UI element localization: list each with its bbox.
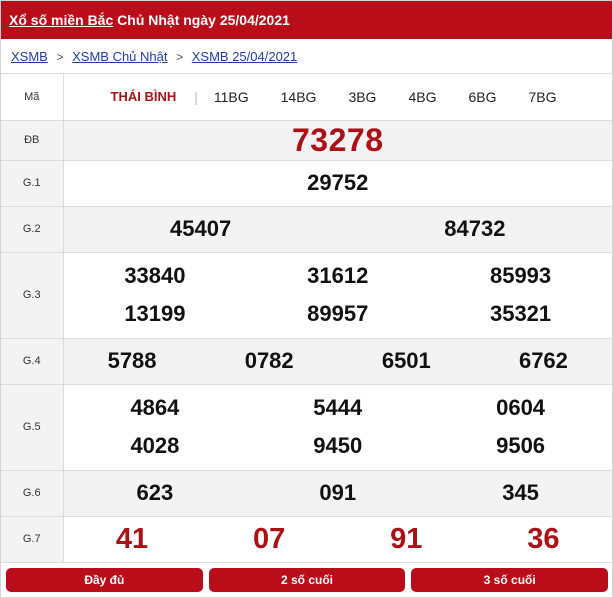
tab-thai-binh[interactable]: THÁI BÌNH bbox=[111, 89, 191, 104]
code-label: Mã bbox=[1, 74, 64, 121]
prize-number: 091 bbox=[319, 480, 357, 505]
prize-label: G.1 bbox=[1, 160, 64, 207]
prize-number: 4864 bbox=[130, 395, 180, 420]
full-view-button[interactable]: Đầy đủ bbox=[6, 568, 203, 592]
display-mode-bar: Đầy đủ 2 số cuối 3 số cuối bbox=[1, 565, 612, 593]
prize-number: 07 bbox=[253, 522, 286, 555]
prize-number: 31612 bbox=[307, 263, 369, 288]
prize-row-special: ĐB 73278 bbox=[1, 120, 612, 161]
prize-number: 36 bbox=[527, 522, 560, 555]
tab-3bg[interactable]: 3BG bbox=[332, 89, 392, 105]
title-date: Chủ Nhật ngày 25/04/2021 bbox=[113, 12, 290, 28]
prize-number: 85993 bbox=[489, 263, 552, 288]
tab-6bg[interactable]: 6BG bbox=[452, 89, 512, 105]
prize-row-g2: G.2 45407 84732 bbox=[1, 206, 612, 253]
chevron-right-icon: > bbox=[176, 50, 184, 64]
prize-number: 13199 bbox=[124, 301, 186, 326]
prize-number: 45407 bbox=[170, 216, 232, 241]
prize-number: 9450 bbox=[313, 433, 363, 458]
prize-number: 84732 bbox=[444, 216, 506, 241]
prize-number: 0782 bbox=[244, 348, 294, 373]
prize-row-g3: G.3 33840 31612 85993 13199 89957 35321 bbox=[1, 252, 612, 339]
prize-label: G.5 bbox=[1, 384, 64, 471]
prize-number: 9506 bbox=[496, 433, 546, 458]
page-title: Xổ số miền Bắc Chủ Nhật ngày 25/04/2021 bbox=[1, 1, 612, 39]
prize-number: 345 bbox=[502, 480, 539, 505]
tab-4bg[interactable]: 4BG bbox=[392, 89, 452, 105]
chevron-right-icon: > bbox=[56, 50, 64, 64]
tab-14bg[interactable]: 14BG bbox=[265, 89, 333, 105]
province-tabs: THÁI BÌNH | 11BG 14BG 3BG 4BG 6BG 7BG bbox=[64, 89, 613, 105]
prize-label: G.3 bbox=[1, 252, 64, 339]
tab-divider: | bbox=[194, 88, 198, 105]
results-panel: Xổ số miền Bắc Chủ Nhật ngày 25/04/2021 … bbox=[0, 0, 613, 598]
title-link[interactable]: Xổ số miền Bắc bbox=[9, 12, 113, 28]
breadcrumb-xsmb-sunday[interactable]: XSMB Chủ Nhật bbox=[72, 49, 167, 64]
breadcrumb-xsmb-date[interactable]: XSMB 25/04/2021 bbox=[192, 49, 298, 64]
prize-number: 4028 bbox=[130, 433, 180, 458]
prize-label: G.4 bbox=[1, 338, 64, 385]
prize-number: 29752 bbox=[307, 170, 369, 195]
prize-number: 41 bbox=[115, 522, 149, 555]
prize-number: 89957 bbox=[307, 301, 369, 326]
breadcrumb: XSMB > XSMB Chủ Nhật > XSMB 25/04/2021 bbox=[1, 39, 612, 74]
prize-label: G.2 bbox=[1, 206, 64, 253]
two-digits-button[interactable]: 2 số cuối bbox=[208, 568, 406, 592]
prize-row-g5: G.5 4864 5444 0604 4028 9450 9506 bbox=[1, 384, 612, 471]
prize-row-g1: G.1 29752 bbox=[1, 160, 612, 207]
breadcrumb-xsmb[interactable]: XSMB bbox=[11, 49, 48, 64]
prize-number: 6762 bbox=[518, 348, 568, 373]
prize-label: G.7 bbox=[1, 516, 64, 563]
prize-number: 5444 bbox=[313, 395, 363, 420]
prize-row-g7: G.7 41 07 91 36 bbox=[1, 516, 612, 563]
prize-number: 0604 bbox=[496, 395, 546, 420]
results-table: Mã THÁI BÌNH | 11BG 14BG 3BG 4BG 6BG 7BG… bbox=[1, 74, 612, 563]
code-row: Mã THÁI BÌNH | 11BG 14BG 3BG 4BG 6BG 7BG bbox=[1, 74, 613, 121]
tab-11bg[interactable]: 11BG bbox=[198, 89, 265, 105]
prize-number: 35321 bbox=[489, 301, 552, 326]
special-prize-number: 73278 bbox=[292, 121, 384, 158]
prize-label: G.6 bbox=[1, 470, 64, 517]
prize-row-g4: G.4 5788 0782 6501 6762 bbox=[1, 338, 612, 385]
prize-label: ĐB bbox=[1, 120, 64, 161]
prize-number: 91 bbox=[390, 522, 423, 555]
prize-number: 623 bbox=[136, 480, 174, 505]
prize-number: 5788 bbox=[107, 348, 157, 373]
three-digits-button[interactable]: 3 số cuối bbox=[411, 568, 609, 592]
prize-number: 6501 bbox=[381, 348, 431, 373]
prize-row-g6: G.6 623 091 345 bbox=[1, 470, 612, 517]
prize-number: 33840 bbox=[124, 263, 186, 288]
tab-7bg[interactable]: 7BG bbox=[512, 89, 572, 105]
